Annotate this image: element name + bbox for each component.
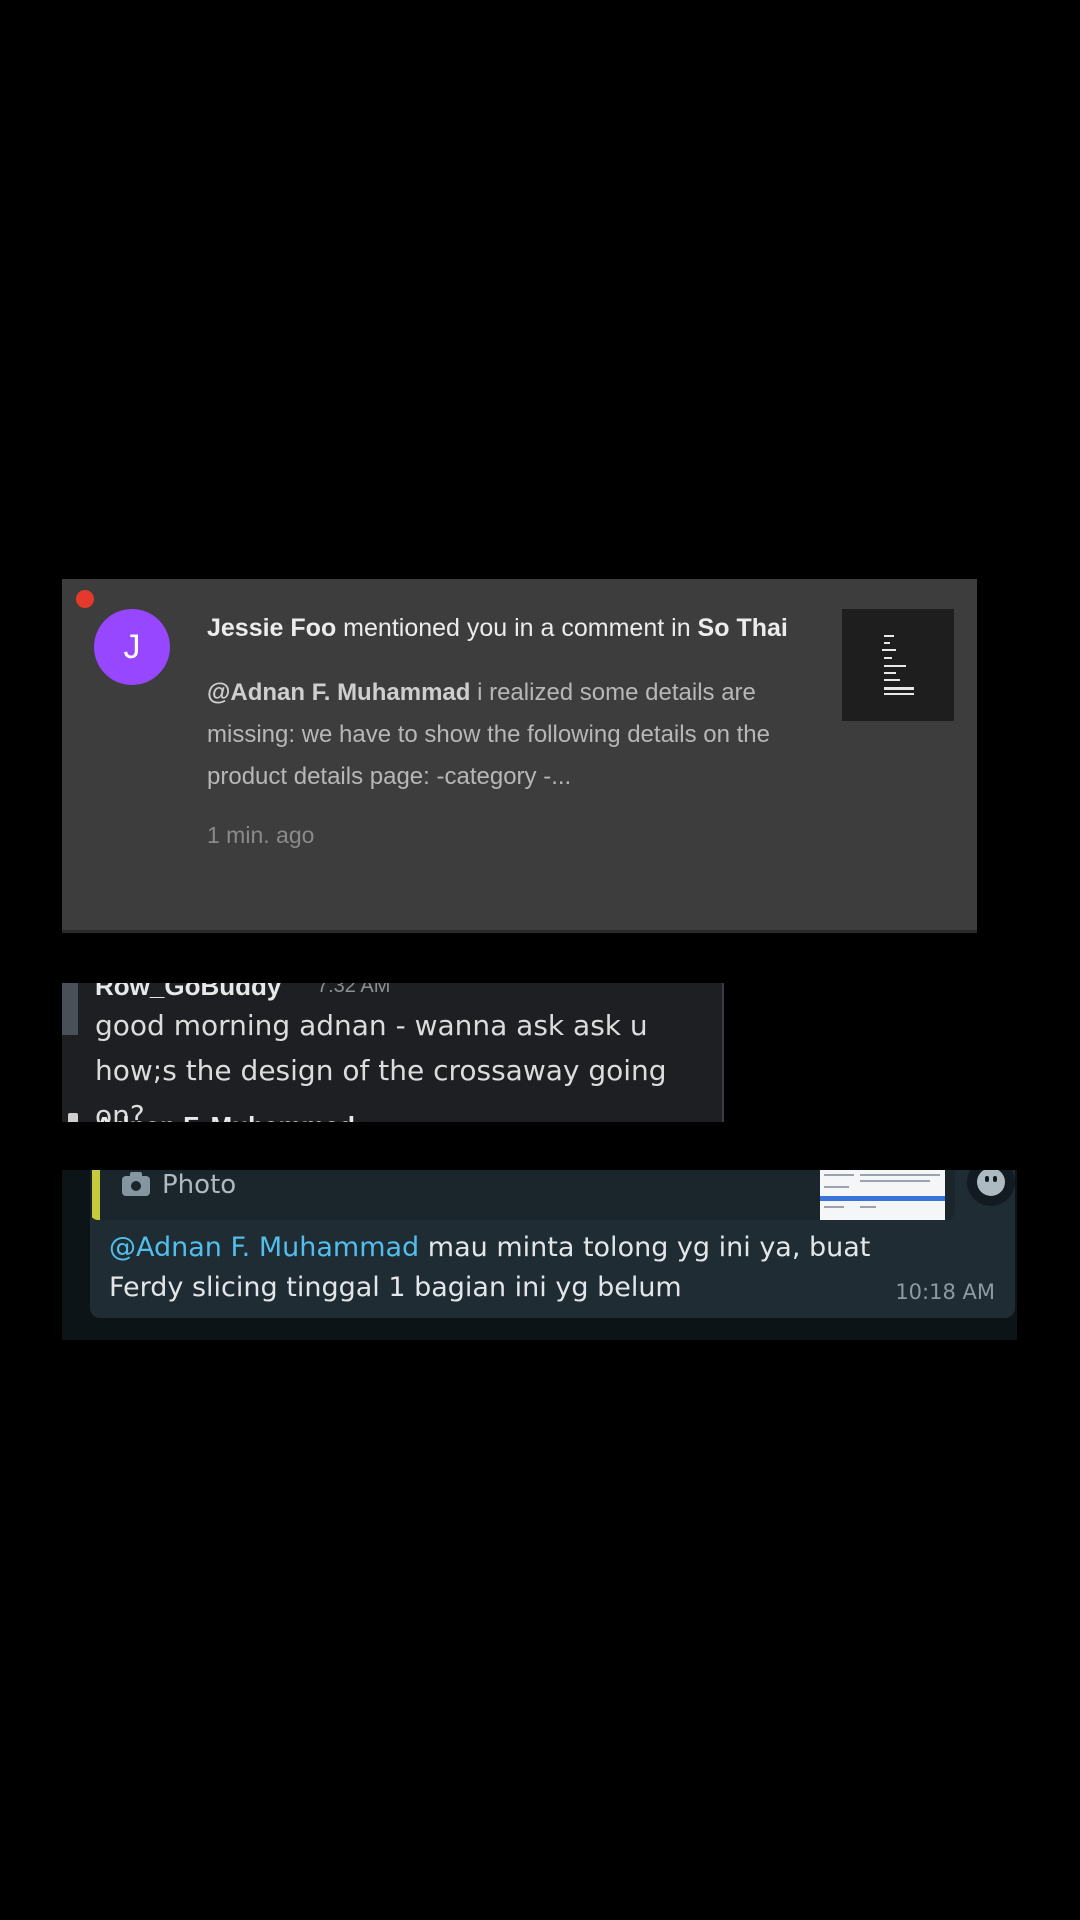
emoji-icon — [977, 1170, 1005, 1196]
avatar — [62, 983, 78, 1035]
mention-link[interactable]: @Adnan F. Muhammad — [109, 1232, 419, 1263]
message-text: @Adnan F. Muhammad mau minta tolong yg i… — [109, 1228, 939, 1308]
comment-preview: @Adnan F. Muhammad i realized some detai… — [207, 672, 807, 798]
mention-notification[interactable]: J Jessie Foo mentioned you in a comment … — [62, 579, 977, 933]
quote-accent-bar — [92, 1170, 100, 1220]
message-text: good morning adnan - wanna ask ask u how… — [95, 1009, 667, 1122]
quoted-photo-thumbnail[interactable] — [820, 1170, 945, 1220]
notification-content: Jessie Foo mentioned you in a comment in… — [207, 610, 807, 849]
file-thumbnail[interactable] — [842, 609, 954, 721]
unread-indicator — [76, 590, 94, 608]
action-text: mentioned you in a comment in — [336, 614, 698, 642]
actor-name: Jessie Foo — [207, 614, 337, 642]
message-time: 10:18 AM — [895, 1280, 995, 1304]
quoted-message[interactable]: Photo — [90, 1170, 955, 1220]
sender-name[interactable]: Row_GoBuddy — [95, 983, 281, 1002]
target-name: So Thai — [697, 614, 788, 642]
avatar: J — [94, 609, 170, 685]
next-sender-name[interactable]: Adnan F. Muhammad — [95, 1111, 355, 1122]
avatar-initial: J — [123, 627, 141, 666]
notification-headline: Jessie Foo mentioned you in a comment in… — [207, 610, 807, 647]
mention-text: @Adnan F. Muhammad — [207, 679, 471, 706]
camera-icon — [122, 1172, 150, 1196]
quote-label: Photo — [162, 1170, 237, 1200]
message-time: 7:32 AM — [317, 983, 391, 997]
whatsapp-chat: Photo @Adnan F. Muhammad mau minta tolon… — [62, 1170, 1017, 1340]
notification-time: 1 min. ago — [207, 822, 315, 848]
chat-message-snippet: Row_GoBuddy 7:32 AM good morning adnan -… — [62, 983, 724, 1122]
message-bubble[interactable]: Photo @Adnan F. Muhammad mau minta tolon… — [90, 1170, 1015, 1318]
avatar — [68, 1113, 78, 1122]
